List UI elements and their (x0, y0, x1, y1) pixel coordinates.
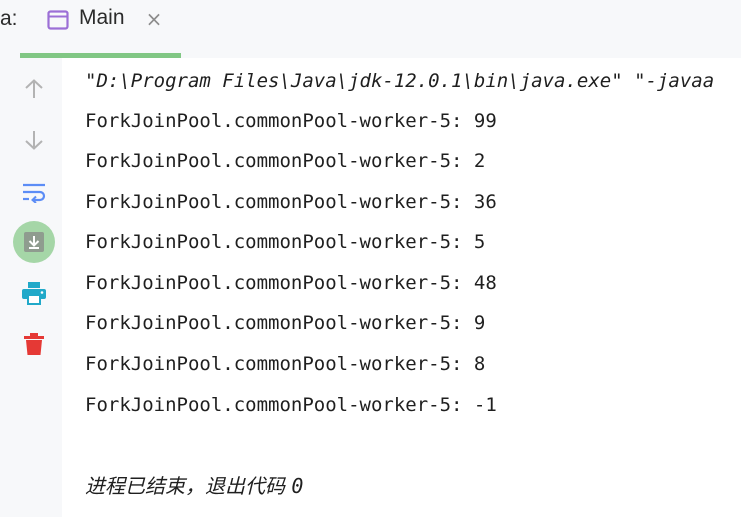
tab-label: Main (79, 6, 125, 29)
trash-icon (23, 332, 45, 356)
output-line: ForkJoinPool.commonPool-worker-5: 2 (85, 150, 486, 172)
tab-bar: a: Main × (0, 0, 741, 58)
tab-main[interactable]: Main × (20, 0, 181, 58)
output-line: ForkJoinPool.commonPool-worker-5: 5 (85, 231, 486, 253)
print-icon (21, 281, 47, 305)
scroll-down-button[interactable] (13, 119, 55, 161)
console-toolbar (0, 58, 62, 517)
arrow-up-icon (22, 77, 46, 101)
exit-message: 进程已结束，退出代码 (85, 474, 292, 498)
arrow-down-icon (22, 128, 46, 152)
scroll-to-end-icon (23, 231, 45, 253)
console-output[interactable]: "D:\Program Files\Java\jdk-12.0.1\bin\ja… (62, 58, 741, 517)
output-line: ForkJoinPool.commonPool-worker-5: 99 (85, 110, 497, 132)
close-icon[interactable]: × (144, 7, 164, 31)
clear-all-button[interactable] (13, 323, 55, 365)
soft-wrap-button[interactable] (13, 171, 55, 213)
exit-code: 0 (291, 474, 304, 498)
output-line: ForkJoinPool.commonPool-worker-5: 48 (85, 272, 497, 294)
print-button[interactable] (13, 272, 55, 314)
output-line: ForkJoinPool.commonPool-worker-5: -1 (85, 394, 497, 416)
tab-prefix: a: (0, 7, 18, 30)
command-line: "D:\Program Files\Java\jdk-12.0.1\bin\ja… (85, 70, 715, 92)
scroll-up-button[interactable] (13, 68, 55, 110)
exit-status-line: 进程已结束，退出代码 0 (85, 474, 303, 498)
window-icon (47, 10, 69, 30)
output-line: ForkJoinPool.commonPool-worker-5: 36 (85, 191, 497, 213)
scroll-to-end-button[interactable] (13, 221, 55, 263)
output-line: ForkJoinPool.commonPool-worker-5: 9 (85, 312, 486, 334)
output-line: ForkJoinPool.commonPool-worker-5: 8 (85, 353, 486, 375)
soft-wrap-icon (21, 181, 47, 203)
